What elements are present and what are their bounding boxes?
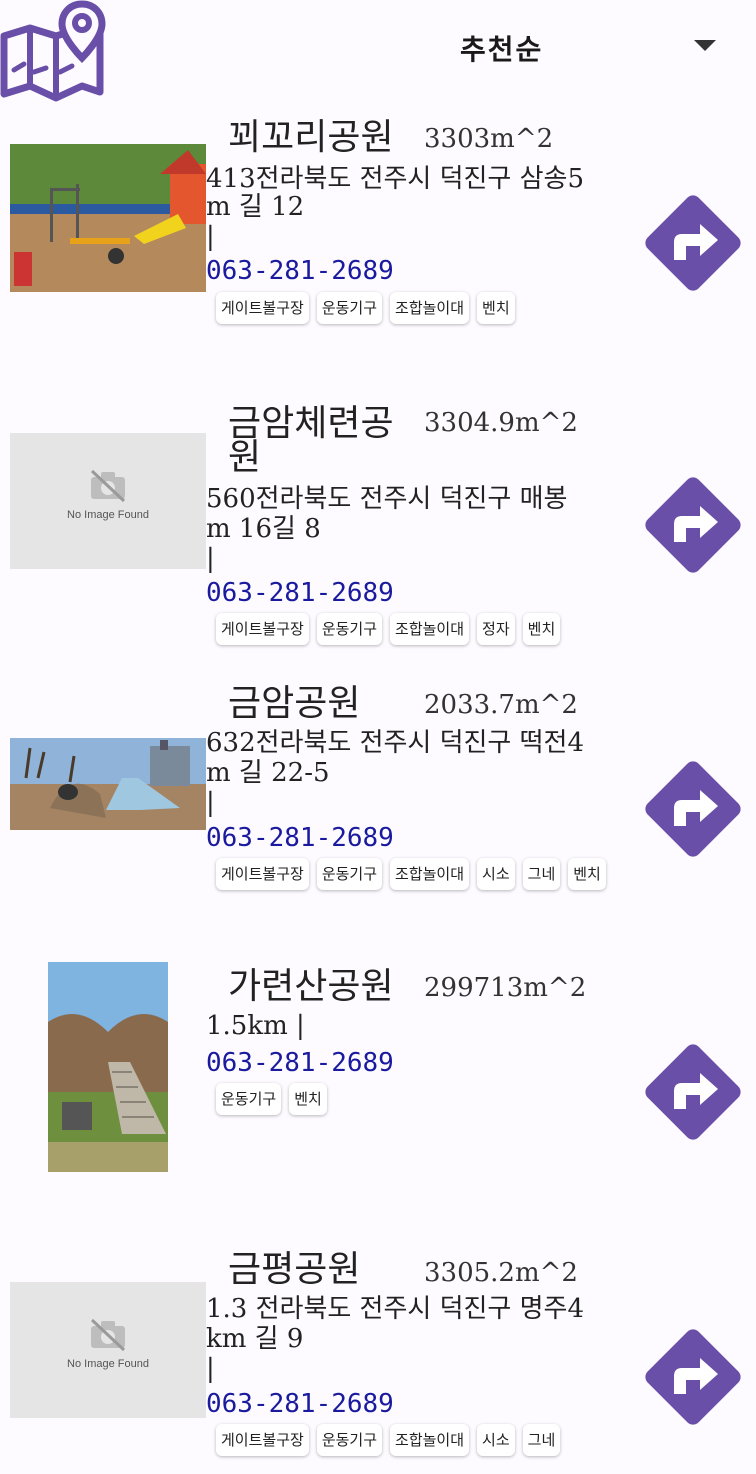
park-photo <box>48 962 168 1172</box>
facility-chip: 벤치 <box>477 292 515 324</box>
park-area: 3304.9m^2 <box>424 408 578 438</box>
facility-chip: 정자 <box>477 613 515 645</box>
park-address-cont: km 길 9 <box>206 1324 304 1354</box>
facility-chips: 게이트볼구장 운동기구 조합놀이대 정자 벤치 <box>216 613 636 655</box>
no-camera-icon <box>90 1318 126 1352</box>
park-photo-placeholder: No Image Found <box>10 1282 206 1418</box>
park-phone[interactable]: 063-281-2689 <box>206 577 394 609</box>
facility-chip: 벤치 <box>522 613 561 645</box>
facility-chip: 운동기구 <box>316 858 383 890</box>
park-area: 2033.7m^2 <box>424 690 578 720</box>
separator: | <box>206 788 215 818</box>
facility-chips: 운동기구 벤치 <box>216 1083 636 1125</box>
map-pin-icon[interactable] <box>0 0 108 104</box>
park-phone[interactable]: 063-281-2689 <box>206 1047 394 1079</box>
facility-chip: 게이트볼구장 <box>216 1424 309 1456</box>
sort-dropdown[interactable]: 추천순 <box>440 28 740 72</box>
facility-chips: 게이트볼구장 운동기구 조합놀이대 시소 그네 벤치 <box>216 858 636 900</box>
turn-right-direction-icon[interactable] <box>640 472 746 578</box>
park-address-cont: m 16길 8 <box>206 514 321 544</box>
park-area: 3305.2m^2 <box>424 1258 578 1288</box>
park-address: 413전라북도 전주시 덕진구 삼송5 <box>206 164 585 194</box>
dropdown-arrow-icon <box>694 40 716 51</box>
park-address: 560전라북도 전주시 덕진구 매봉 <box>206 484 568 514</box>
facility-chips: 게이트볼구장 운동기구 조합놀이대 시소 그네 <box>216 1424 636 1466</box>
park-photo <box>10 144 206 292</box>
separator: | <box>206 544 215 574</box>
park-address-cont: m 길 22-5 <box>206 758 330 788</box>
park-name: 가련산공원 <box>228 966 394 1007</box>
facility-chip: 조합놀이대 <box>390 1424 470 1456</box>
separator: | <box>206 1354 215 1384</box>
park-address: 1.3 전라북도 전주시 덕진구 명주4 <box>206 1294 584 1324</box>
facility-chip: 조합놀이대 <box>390 613 470 645</box>
facility-chip: 운동기구 <box>316 1424 383 1456</box>
facility-chip: 벤치 <box>289 1083 327 1115</box>
park-phone[interactable]: 063-281-2689 <box>206 255 394 287</box>
facility-chip: 게이트볼구장 <box>216 292 309 324</box>
park-card[interactable]: 금암공원 2033.7m^2 632전라북도 전주시 덕진구 떡전4 m 길 2… <box>0 672 756 942</box>
turn-right-direction-icon[interactable] <box>640 1039 746 1145</box>
facility-chip: 운동기구 <box>216 1083 282 1115</box>
park-name: 꾀꼬리공원 <box>228 117 394 158</box>
park-card[interactable]: 가련산공원 299713m^2 1.5km | 063-281-2689 운동기… <box>0 955 756 1205</box>
no-camera-icon <box>90 469 126 503</box>
park-address: 632전라북도 전주시 덕진구 떡전4 <box>206 728 585 758</box>
park-area: 3303m^2 <box>424 124 554 154</box>
park-address-cont: m 길 12 <box>206 192 305 222</box>
park-photo <box>10 738 206 830</box>
separator: | <box>206 222 215 252</box>
park-name-cont: 원 <box>228 437 262 478</box>
park-distance: 1.5km | <box>206 1011 305 1041</box>
park-phone[interactable]: 063-281-2689 <box>206 1388 394 1420</box>
facility-chip: 시소 <box>477 858 515 890</box>
turn-right-direction-icon[interactable] <box>640 190 746 296</box>
park-photo-placeholder: No Image Found <box>10 433 206 569</box>
park-phone[interactable]: 063-281-2689 <box>206 822 394 854</box>
facility-chip: 그네 <box>522 858 561 890</box>
facility-chip: 운동기구 <box>316 292 383 324</box>
app-header: 추천순 <box>0 0 756 110</box>
facility-chip: 게이트볼구장 <box>216 858 309 890</box>
turn-right-direction-icon[interactable] <box>640 1324 746 1430</box>
facility-chip: 게이트볼구장 <box>216 613 309 645</box>
facility-chip: 조합놀이대 <box>390 292 470 324</box>
facility-chip: 조합놀이대 <box>390 858 470 890</box>
facility-chips: 게이트볼구장 운동기구 조합놀이대 벤치 <box>216 292 636 334</box>
park-name: 금암공원 <box>228 683 361 724</box>
no-image-text: No Image Found <box>67 1358 149 1370</box>
facility-chip: 벤치 <box>568 858 606 890</box>
facility-chip: 운동기구 <box>316 613 383 645</box>
park-card[interactable]: No Image Found 금암체련공 원 3304.9m^2 560전라북도… <box>0 390 756 660</box>
park-card[interactable]: 꾀꼬리공원 3303m^2 413전라북도 전주시 덕진구 삼송5 m 길 12… <box>0 110 756 350</box>
park-card[interactable]: No Image Found 금평공원 3305.2m^2 1.3 전라북도 전… <box>0 1240 756 1474</box>
park-name: 금평공원 <box>228 1249 361 1290</box>
sort-label: 추천순 <box>460 33 544 66</box>
turn-right-direction-icon[interactable] <box>640 756 746 862</box>
facility-chip: 그네 <box>522 1424 561 1456</box>
facility-chip: 시소 <box>477 1424 515 1456</box>
park-area: 299713m^2 <box>424 973 587 1003</box>
no-image-text: No Image Found <box>67 509 149 521</box>
